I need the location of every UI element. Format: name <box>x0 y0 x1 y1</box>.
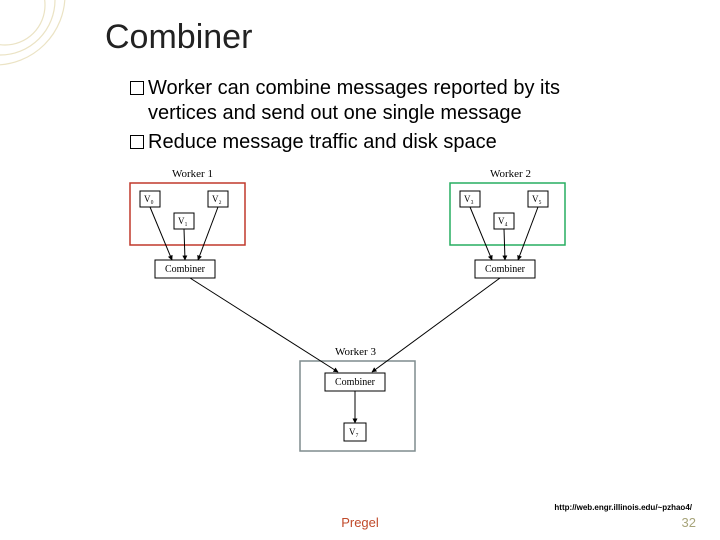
edge <box>190 278 338 372</box>
bullet-item: Reduce message traffic and disk space <box>130 130 690 155</box>
bullet-marker-icon <box>130 81 144 95</box>
vertex-label: V₀ <box>144 194 154 204</box>
worker1-label: Worker 1 <box>172 168 213 180</box>
slide-title: Combiner <box>105 18 252 57</box>
vertex-label: V₅ <box>532 194 542 204</box>
citation-text: http://web.engr.illinois.edu/~pzhao4/ <box>554 503 692 512</box>
vertex-label: V₁ <box>178 216 188 226</box>
edge <box>518 207 538 260</box>
bullet-list: Worker can combine messages reported by … <box>130 76 690 159</box>
combiner-label: Combiner <box>165 264 206 275</box>
edge <box>150 207 172 260</box>
bullet-text: can combine messages reported by its <box>212 77 560 99</box>
bullet-lead: Worker <box>148 77 212 99</box>
bullet-continuation: vertices and send out one single message <box>130 101 690 126</box>
edge <box>470 207 492 260</box>
edge <box>184 229 185 260</box>
bullet-item: Worker can combine messages reported by … <box>130 76 690 126</box>
combiner-diagram: Worker 1 V₀ V₂ V₁ Combiner Worker 2 V₃ V… <box>110 165 610 485</box>
worker2-label: Worker 2 <box>490 168 531 180</box>
slide-corner-decoration <box>0 0 100 100</box>
bullet-lead: Reduce <box>148 131 217 153</box>
edge <box>504 229 505 260</box>
slide-number: 32 <box>682 515 696 530</box>
vertex-label: V₂ <box>212 194 222 204</box>
footer-center-text: Pregel <box>0 515 720 530</box>
edge <box>372 278 500 372</box>
vertex-label: V₃ <box>464 194 474 204</box>
bullet-text: message traffic and disk space <box>217 131 497 153</box>
combiner-label: Combiner <box>335 377 376 388</box>
worker3-label: Worker 3 <box>335 346 376 358</box>
bullet-marker-icon <box>130 135 144 149</box>
combiner-label: Combiner <box>485 264 526 275</box>
vertex-label: V₇ <box>349 427 359 437</box>
vertex-label: V₄ <box>498 216 508 226</box>
edge <box>198 207 218 260</box>
